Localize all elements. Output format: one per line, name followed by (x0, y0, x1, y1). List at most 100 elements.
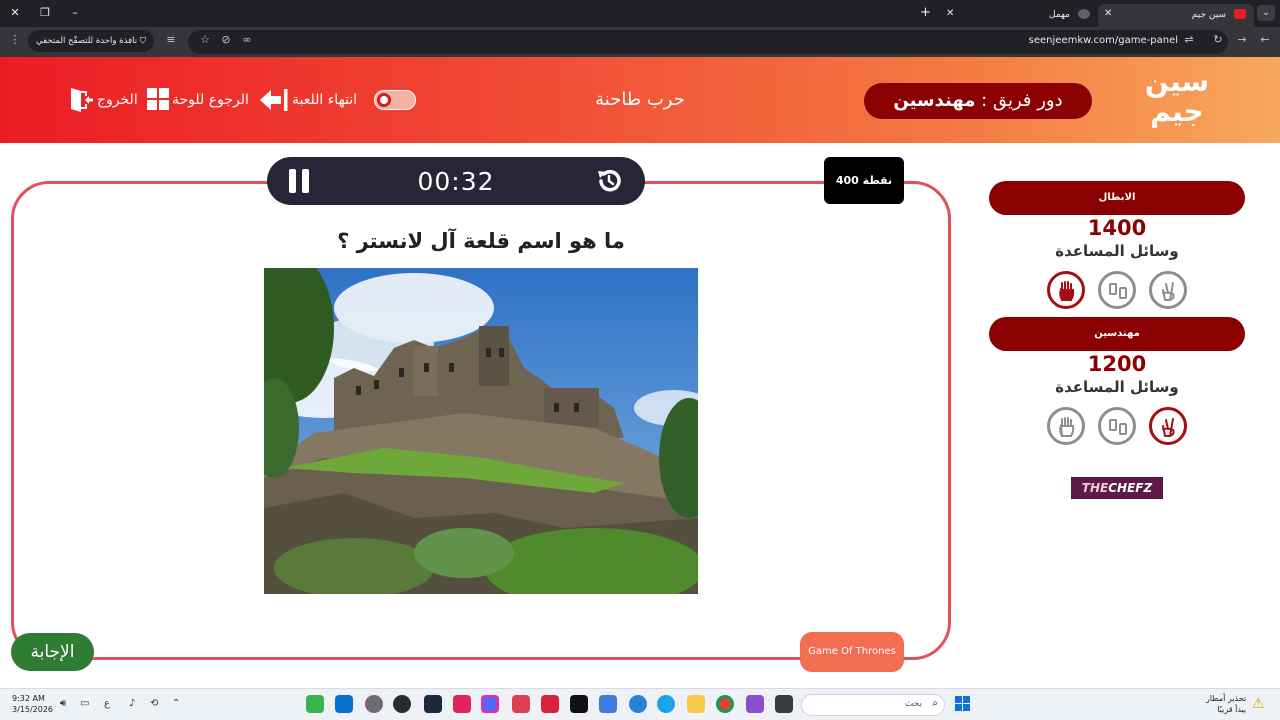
speaker-icon[interactable]: 🔊︎ (60, 698, 66, 709)
app-icon[interactable] (541, 695, 559, 713)
stop-hand-icon (1059, 281, 1075, 301)
tab-favicon-icon (1078, 9, 1090, 19)
sponsor-text-2: CHEFZ (1108, 481, 1153, 495)
windows-start-icon[interactable] (955, 696, 971, 712)
tab-label: سين جيم (1191, 10, 1226, 20)
keyboard-language[interactable]: ع (104, 698, 110, 709)
steam-icon[interactable] (424, 695, 442, 713)
forward-icon[interactable]: → (1235, 33, 1249, 47)
two-fingers-aid-button[interactable] (1149, 407, 1187, 445)
end-game-toggle[interactable] (374, 90, 416, 110)
grid-board-icon[interactable] (146, 87, 170, 111)
two-fingers-icon (1162, 282, 1175, 301)
incognito-chip[interactable]: نافذة واحدة للتصفّح المتخفي ⛉ (28, 30, 154, 52)
reload-icon[interactable]: ↻ (1211, 33, 1225, 47)
new-tab-button[interactable]: + (920, 5, 931, 20)
settings-gear-icon[interactable] (365, 695, 383, 713)
seenjeem-logo[interactable]: سين جيم (1142, 67, 1212, 133)
question-points-badge: 400 نقطة (824, 157, 904, 204)
weather-widget[interactable]: تحذير أمطار يبدأ قريبًا (1206, 693, 1246, 715)
address-url[interactable]: seenjeemkw.com/game-panel (1029, 35, 1178, 46)
back-arrow-icon[interactable] (258, 87, 288, 113)
app-icon[interactable] (775, 695, 793, 713)
stop-hand-icon (1059, 417, 1075, 437)
app-icon[interactable] (393, 695, 411, 713)
tab-active[interactable]: سين جيم ✕ (1098, 4, 1254, 27)
site-settings-icon[interactable]: ⇌ (1182, 33, 1196, 47)
address-bar[interactable]: seenjeemkw.com/game-panel (188, 30, 1228, 54)
exit-door-icon[interactable] (68, 87, 94, 113)
stop-hand-aid-button[interactable] (1047, 407, 1085, 445)
two-fingers-aid-button[interactable] (1149, 271, 1187, 309)
tab-favicon-icon (1234, 9, 1246, 19)
tray-chevron-icon[interactable]: ⌃ (172, 698, 180, 709)
aids-label: وسائل المساعدة (1055, 378, 1179, 396)
taskbar-clock[interactable]: 9:32 AM 3/15/2026 (12, 693, 53, 715)
windows-taskbar: 9:32 AM 3/15/2026 🔊︎ ▭ ع ♪ ⟲ ⌃ بحث ⌕ تحذ… (0, 688, 1280, 720)
turn-team-name: مهندسين (893, 90, 976, 111)
end-game-label[interactable]: انتهاء اللعبة (292, 92, 357, 108)
discord-icon[interactable] (481, 695, 499, 713)
reading-list-icon[interactable]: ≡ (164, 33, 178, 47)
app-icon[interactable] (453, 695, 471, 713)
menu-icon[interactable]: ⋮ (8, 33, 22, 47)
window-close-icon[interactable]: ✕ (6, 5, 24, 21)
app-icon[interactable] (746, 695, 764, 713)
timer-bar: 00:32 (267, 157, 645, 205)
category-title: حرب طاحنة (595, 89, 685, 110)
weather-line-2: يبدأ قريبًا (1217, 705, 1247, 714)
app-icon[interactable] (599, 695, 617, 713)
warning-icon: ⚠ (1252, 696, 1265, 712)
tab-close-icon[interactable]: ✕ (1104, 4, 1112, 23)
weather-line-1: تحذير أمطار (1206, 694, 1247, 703)
sponsor-logo[interactable]: THECHEFZ (1071, 477, 1163, 499)
phone-aid-button[interactable] (1098, 271, 1136, 309)
tab-search-icon[interactable]: ⌄ (1257, 5, 1275, 21)
tab-close-icon[interactable]: ✕ (946, 4, 954, 23)
phone-hands-icon (1109, 419, 1127, 435)
stop-hand-aid-button[interactable] (1047, 271, 1085, 309)
search-icon: ⌕ (932, 698, 938, 709)
edge-icon[interactable] (629, 695, 647, 713)
clock-time: 9:32 AM (12, 694, 45, 703)
window-restore-icon[interactable]: ❐ (36, 5, 54, 21)
bookmark-star-icon[interactable]: ☆ (198, 33, 212, 47)
question-text: ما هو اسم قلعة آل لانستر ؟ (337, 229, 625, 253)
incognito-chip-label: نافذة واحدة للتصفّح المتخفي (36, 36, 138, 46)
browser-tab-bar: ✕ ❐ – + مهمل ✕ سين جيم ✕ ⌄ (0, 0, 1280, 27)
question-category-button[interactable]: Game Of Thrones (800, 632, 904, 672)
turn-prefix: دور فريق : (981, 90, 1063, 111)
sync-icon[interactable]: ⟲ (150, 698, 158, 709)
exit-label[interactable]: الخروج (97, 92, 138, 108)
team-name-badge: الابطال (989, 181, 1245, 215)
incognito-icon: ⛉ (139, 36, 146, 46)
team-score: 1400 (1087, 216, 1147, 240)
edge-icon[interactable] (657, 695, 675, 713)
app-icon[interactable] (306, 695, 324, 713)
window-minimize-icon[interactable]: – (66, 5, 84, 21)
app-icon[interactable] (335, 695, 353, 713)
team-turn-badge: دور فريق : مهندسين (864, 83, 1092, 119)
restart-timer-icon[interactable] (595, 167, 623, 195)
phone-hands-icon (1109, 283, 1127, 299)
question-image (264, 268, 698, 594)
show-answer-button[interactable]: الإجابة (11, 633, 94, 671)
app-icon[interactable] (512, 695, 530, 713)
app-icon[interactable] (570, 695, 588, 713)
logo-line-2: جيم (1150, 95, 1204, 128)
tab-inactive[interactable]: مهمل ✕ (940, 4, 1098, 27)
clock-date: 3/15/2026 (12, 705, 54, 714)
mic-icon[interactable]: ♪ (129, 698, 135, 709)
taskbar-search[interactable]: بحث ⌕ (801, 694, 945, 716)
file-explorer-icon[interactable] (687, 695, 705, 713)
phone-aid-button[interactable] (1098, 407, 1136, 445)
eye-off-icon[interactable]: ⊘ (219, 33, 233, 47)
back-to-board-label[interactable]: الرجوع للوحة (172, 92, 249, 108)
chrome-icon[interactable] (716, 695, 734, 713)
logo-line-1: سين (1144, 65, 1210, 98)
back-icon[interactable]: ← (1258, 33, 1272, 47)
team-name-badge: مهندسين (989, 317, 1245, 351)
browser-toolbar: seenjeemkw.com/game-panel ⋮ ≡ ☆ ⊘ ∞ ⇌ ↻ … (0, 27, 1280, 57)
game-header: سين جيم دور فريق : مهندسين حرب طاحنة انت… (0, 57, 1280, 143)
network-icon[interactable]: ▭ (80, 698, 89, 709)
